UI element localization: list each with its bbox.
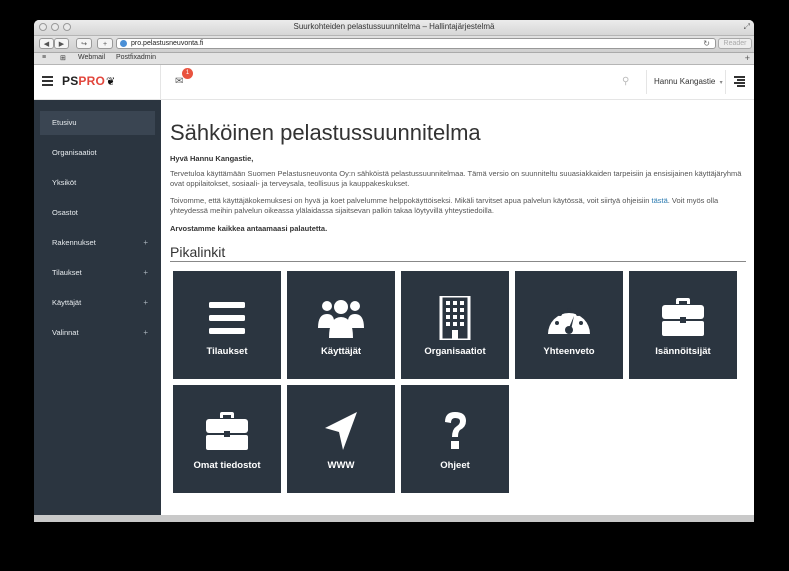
greeting: Hyvä Hannu Kangastie, [170, 154, 254, 163]
browser-window: Suurkohteiden pelastussuunnitelma – Hall… [34, 20, 754, 522]
sidebar-item-label: Valinnat [52, 328, 79, 337]
window-bottom-bar [34, 515, 754, 522]
bookmark-postfixadmin[interactable]: Postfixadmin [116, 54, 156, 61]
briefcase-icon [206, 412, 248, 450]
add-bookmark-icon[interactable]: + [745, 53, 750, 63]
globe-icon [120, 40, 127, 47]
notification-badge: 1 [182, 68, 193, 79]
quicklinks-divider [170, 261, 746, 262]
forward-button[interactable]: ▶ [54, 38, 69, 49]
sidebar-item-etusivu[interactable]: Etusivu [40, 111, 155, 135]
sidebar-item-valinnat[interactable]: Valinnat + [40, 321, 155, 345]
help-text-start: Toivomme, että käyttäjäkokemuksesi on hy… [170, 196, 652, 205]
web-page: PSPRO ❦ ✉ 1 ⚲ Hannu Kangastie ▾ Etusivu … [34, 65, 754, 515]
sidebar-item-tilaukset[interactable]: Tilaukset + [40, 261, 155, 285]
sidebar-item-label: Etusivu [52, 118, 77, 127]
user-name: Hannu Kangastie [654, 77, 716, 86]
briefcase-icon [662, 298, 704, 336]
feedback-text: Arvostamme kaikkea antaamaasi palautetta… [170, 224, 328, 233]
dashboard-icon [548, 308, 590, 334]
user-menu[interactable]: Hannu Kangastie ▾ [646, 70, 726, 94]
tile-ohjeet[interactable]: Ohjeet [401, 385, 509, 493]
tile-isannoitsijat[interactable]: Isännöitsijät [629, 271, 737, 379]
expand-icon: + [143, 298, 148, 307]
question-icon [445, 412, 466, 449]
tile-tilaukset[interactable]: Tilaukset [173, 271, 281, 379]
sidebar-item-yksikot[interactable]: Yksiköt [40, 171, 155, 195]
search-icon[interactable]: ⚲ [622, 76, 629, 87]
list-icon [209, 302, 245, 334]
tile-label: Omat tiedostot [193, 460, 261, 471]
sidebar-item-osastot[interactable]: Osastot [40, 201, 155, 225]
address-bar[interactable]: pro.pelastusneuvonta.fi ↻ [116, 38, 716, 49]
page-title: Sähköinen pelastussuunnitelma [170, 120, 481, 145]
sidebar-item-label: Yksiköt [52, 178, 77, 187]
intro-paragraph: Tervetuloa käyttämään Suomen Pelastusneu… [170, 169, 742, 188]
expand-icon: + [143, 328, 148, 337]
logo-pro: PRO [78, 74, 106, 88]
users-icon [318, 300, 364, 338]
sidebar-item-label: Tilaukset [52, 268, 82, 277]
help-link[interactable]: tästä [651, 196, 667, 205]
tile-label: Isännöitsijät [655, 346, 711, 357]
tile-label: Organisaatiot [424, 346, 486, 357]
quicklinks-title: Pikalinkit [170, 244, 226, 260]
tile-yhteenveto[interactable]: Yhteenveto [515, 271, 623, 379]
menu-toggle-icon[interactable] [42, 76, 53, 86]
tile-www[interactable]: WWW [287, 385, 395, 493]
expand-icon: + [143, 268, 148, 277]
tile-label: Yhteenveto [543, 346, 595, 357]
app-header: PSPRO ❦ ✉ 1 ⚲ Hannu Kangastie ▾ [34, 65, 754, 100]
fullscreen-icon[interactable]: ⤢ [744, 22, 750, 32]
right-menu-icon[interactable] [734, 76, 745, 87]
mail-icon[interactable]: ✉ [175, 76, 183, 87]
sidebar-item-rakennukset[interactable]: Rakennukset + [40, 231, 155, 255]
new-tab-button[interactable]: + [97, 38, 113, 49]
top-sites-icon[interactable]: ⊞ [60, 54, 66, 62]
sidebar-item-label: Organisaatiot [52, 148, 97, 157]
logo[interactable]: PSPRO [62, 74, 105, 88]
sidebar: Etusivu Organisaatiot Yksiköt Osastot Ra… [34, 100, 161, 515]
sidebar-item-label: Käyttäjät [52, 298, 82, 307]
main-content: Sähköinen pelastussuunnitelma Hyvä Hannu… [161, 100, 754, 515]
bookmarks-bar: ≡ ⊞ Webmail Postfixadmin + [34, 53, 754, 65]
back-button[interactable]: ◀ [39, 38, 54, 49]
tile-label: Käyttäjät [320, 346, 362, 357]
window-title: Suurkohteiden pelastussuunnitelma – Hall… [293, 22, 495, 31]
tile-kayttajat[interactable]: Käyttäjät [287, 271, 395, 379]
browser-toolbar: ◀ ▶ ↪ + pro.pelastusneuvonta.fi ↻ Reader [34, 36, 754, 53]
tile-omat-tiedostot[interactable]: Omat tiedostot [173, 385, 281, 493]
reload-icon[interactable]: ↻ [703, 39, 710, 49]
logo-ps: PS [62, 74, 79, 88]
tile-label: WWW [327, 460, 355, 471]
url-text: pro.pelastusneuvonta.fi [131, 40, 204, 47]
tile-label: Tilaukset [206, 346, 248, 357]
tile-organisaatiot[interactable]: Organisaatiot [401, 271, 509, 379]
bookmark-webmail[interactable]: Webmail [78, 54, 105, 61]
sidebar-item-label: Rakennukset [52, 238, 96, 247]
location-arrow-icon [325, 412, 357, 450]
help-paragraph: Toivomme, että käyttäjäkokemuksesi on hy… [170, 196, 748, 216]
tile-label: Ohjeet [440, 460, 470, 471]
sidebar-item-organisaatiot[interactable]: Organisaatiot [40, 141, 155, 165]
header-divider [160, 65, 161, 99]
sidebar-item-kayttajat[interactable]: Käyttäjät + [40, 291, 155, 315]
flame-icon: ❦ [106, 76, 116, 88]
building-icon [439, 296, 471, 340]
reader-button[interactable]: Reader [718, 38, 752, 49]
sidebar-item-label: Osastot [52, 208, 78, 217]
chevron-down-icon: ▾ [719, 80, 723, 86]
title-bar: Suurkohteiden pelastussuunnitelma – Hall… [34, 20, 754, 36]
expand-icon: + [143, 238, 148, 247]
share-button[interactable]: ↪ [76, 38, 92, 49]
bookmarks-icon[interactable]: ≡ [42, 54, 46, 61]
